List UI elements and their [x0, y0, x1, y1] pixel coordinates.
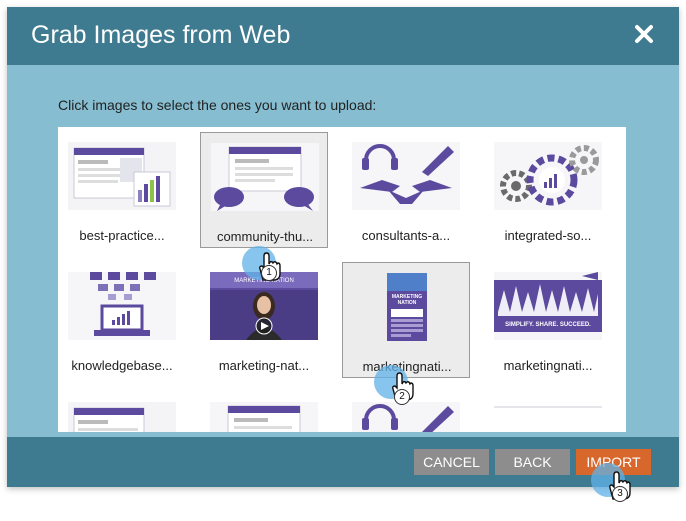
- dialog-header: Grab Images from Web: [7, 7, 679, 65]
- image-tile-best-practices[interactable]: best-practice...: [58, 132, 186, 248]
- image-thumbnail: [352, 402, 460, 432]
- image-tile-consultants[interactable]: consultants-a...: [342, 132, 470, 248]
- step-number-badge: 3: [612, 486, 628, 502]
- close-icon[interactable]: [631, 21, 657, 47]
- image-tile-integrated[interactable]: integrated-so...: [484, 132, 612, 248]
- image-label: marketing-nat...: [218, 358, 310, 373]
- step-number-badge: 1: [261, 265, 277, 281]
- dialog-footer: CANCEL BACK IMPORT: [7, 437, 679, 487]
- image-tile-row3-2[interactable]: [200, 392, 328, 432]
- image-tile-knowledgebase[interactable]: knowledgebase...: [58, 262, 186, 378]
- image-tile-row3-1[interactable]: [58, 392, 186, 432]
- instruction-text: Click images to select the ones you want…: [58, 97, 377, 113]
- thumbnail-text: SIMPLIFY. SHARE. SUCCEED.: [505, 322, 591, 328]
- image-tile-community[interactable]: community-thu...: [200, 132, 328, 248]
- image-label: best-practice...: [79, 228, 165, 243]
- image-thumbnail: [211, 143, 319, 211]
- image-thumbnail: [494, 142, 602, 210]
- back-button[interactable]: BACK: [495, 449, 570, 475]
- grab-images-dialog: Grab Images from Web Click images to sel…: [7, 7, 679, 487]
- image-thumbnail: MARKETING NATION: [353, 273, 461, 341]
- image-thumbnail: [68, 272, 176, 340]
- image-tile-marketingnation-banner[interactable]: SIMPLIFY. SHARE. SUCCEED. marketingnati.…: [484, 262, 612, 378]
- image-label: consultants-a...: [361, 228, 451, 243]
- image-label: community-thu...: [216, 229, 314, 244]
- cancel-button[interactable]: CANCEL: [414, 449, 489, 475]
- image-thumbnail: SIMPLIFY. SHARE. SUCCEED.: [494, 272, 602, 340]
- image-thumbnail: [494, 402, 602, 432]
- thumbnail-text: NATION: [398, 300, 417, 306]
- image-label: marketingnati...: [503, 358, 593, 373]
- image-thumbnail: [210, 402, 318, 432]
- image-thumbnail: [352, 142, 460, 210]
- image-thumbnail: [68, 402, 176, 432]
- image-label: integrated-so...: [504, 228, 592, 243]
- image-tile-marketingnation-poster[interactable]: MARKETING NATION marketingnati...: [342, 262, 470, 378]
- dialog-title: Grab Images from Web: [31, 21, 291, 49]
- image-grid: best-practice... community-thu... consul…: [58, 127, 626, 432]
- image-thumbnail: MARKETING NATION: [210, 272, 318, 340]
- image-thumbnail: [68, 142, 176, 210]
- image-label: knowledgebase...: [71, 358, 173, 373]
- step-number-badge: 2: [394, 389, 410, 405]
- image-tile-row3-4[interactable]: [484, 392, 612, 432]
